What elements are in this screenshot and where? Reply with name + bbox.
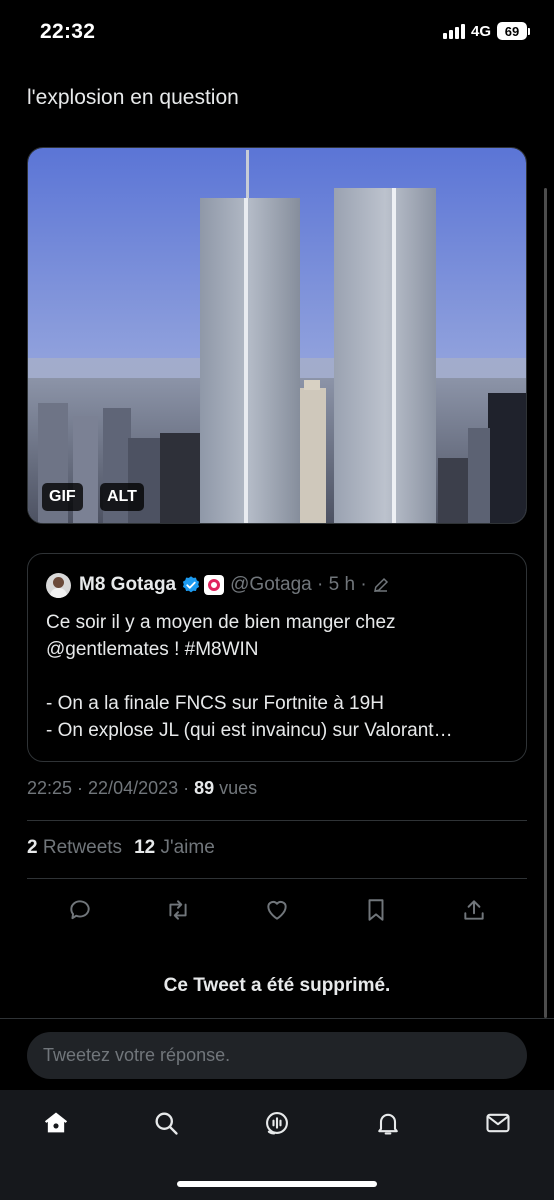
quoted-author-name: M8 Gotaga (79, 574, 177, 595)
likes-count: 12 (134, 837, 156, 858)
deleted-tweet-notice: Ce Tweet a été supprimé. (163, 975, 391, 996)
tweet-meta: 22:25 · 22/04/2023 · 89 vues (27, 778, 257, 799)
status-indicators: 4G 69 (442, 22, 530, 40)
home-indicator[interactable] (177, 1181, 377, 1187)
search-icon (155, 1112, 178, 1135)
edited-pen-icon (373, 577, 388, 592)
reply-icon (70, 900, 90, 920)
share-icon (464, 900, 484, 920)
retweets-count: 2 (27, 837, 38, 858)
verified-badge-icon (183, 576, 200, 593)
network-type: 4G (470, 22, 491, 40)
bookmark-button[interactable] (361, 895, 391, 925)
divider (27, 878, 527, 879)
tweet-actions (0, 890, 554, 930)
nav-home[interactable] (39, 1106, 73, 1140)
like-button[interactable] (262, 895, 292, 925)
tweet-text: l'explosion en question (27, 86, 239, 109)
nav-search[interactable] (149, 1106, 183, 1140)
tweet-detail-screen: 22:32 4G 69 l'explosion en question GIF … (0, 0, 554, 1200)
nav-notifications[interactable] (371, 1106, 405, 1140)
likes-stat[interactable]: 12 J'aime (134, 837, 215, 859)
tweet-media[interactable]: GIF ALT (27, 147, 527, 524)
media-image (28, 148, 526, 523)
notifications-icon (378, 1113, 398, 1135)
quoted-tweet[interactable]: M8 Gotaga @Gotaga · 5 h · Ce soir il y a… (27, 553, 527, 762)
quoted-author-handle: @Gotaga · 5 h · (230, 574, 367, 595)
avatar[interactable] (46, 572, 71, 598)
quoted-tweet-header: M8 Gotaga @Gotaga · 5 h · (46, 572, 390, 598)
home-icon (44, 1112, 68, 1133)
views-count[interactable]: 89 (194, 778, 214, 798)
affiliation-badge-icon (204, 575, 225, 595)
signal-icon (442, 23, 465, 39)
reply-bar (0, 1018, 554, 1090)
retweet-button[interactable] (163, 895, 193, 925)
gif-badge: GIF (42, 483, 83, 511)
alt-badge[interactable]: ALT (100, 483, 144, 511)
retweet-icon (169, 900, 187, 920)
share-button[interactable] (459, 895, 489, 925)
reply-button[interactable] (65, 895, 95, 925)
spaces-icon (266, 1112, 288, 1135)
quoted-tweet-text: Ce soir il y a moyen de bien manger chez… (46, 612, 453, 741)
tweet-stats: 2 Retweets 12 J'aime (27, 837, 215, 859)
nav-messages[interactable] (481, 1106, 515, 1140)
nav-spaces[interactable] (260, 1106, 294, 1140)
battery-icon: 69 (497, 22, 530, 40)
reply-input[interactable] (27, 1032, 527, 1079)
retweets-stat[interactable]: 2 Retweets (27, 837, 122, 859)
status-bar: 22:32 4G 69 (0, 0, 554, 66)
battery-level: 69 (497, 22, 527, 40)
likes-label: J'aime (155, 837, 215, 858)
retweets-label: Retweets (37, 837, 123, 858)
like-icon (267, 900, 287, 920)
status-time: 22:32 (40, 20, 96, 43)
messages-icon (486, 1113, 510, 1133)
divider (27, 820, 527, 821)
views-label: vues (214, 778, 258, 798)
bookmark-icon (368, 899, 384, 921)
tweet-datetime: 22:25 · 22/04/2023 · (27, 778, 195, 798)
